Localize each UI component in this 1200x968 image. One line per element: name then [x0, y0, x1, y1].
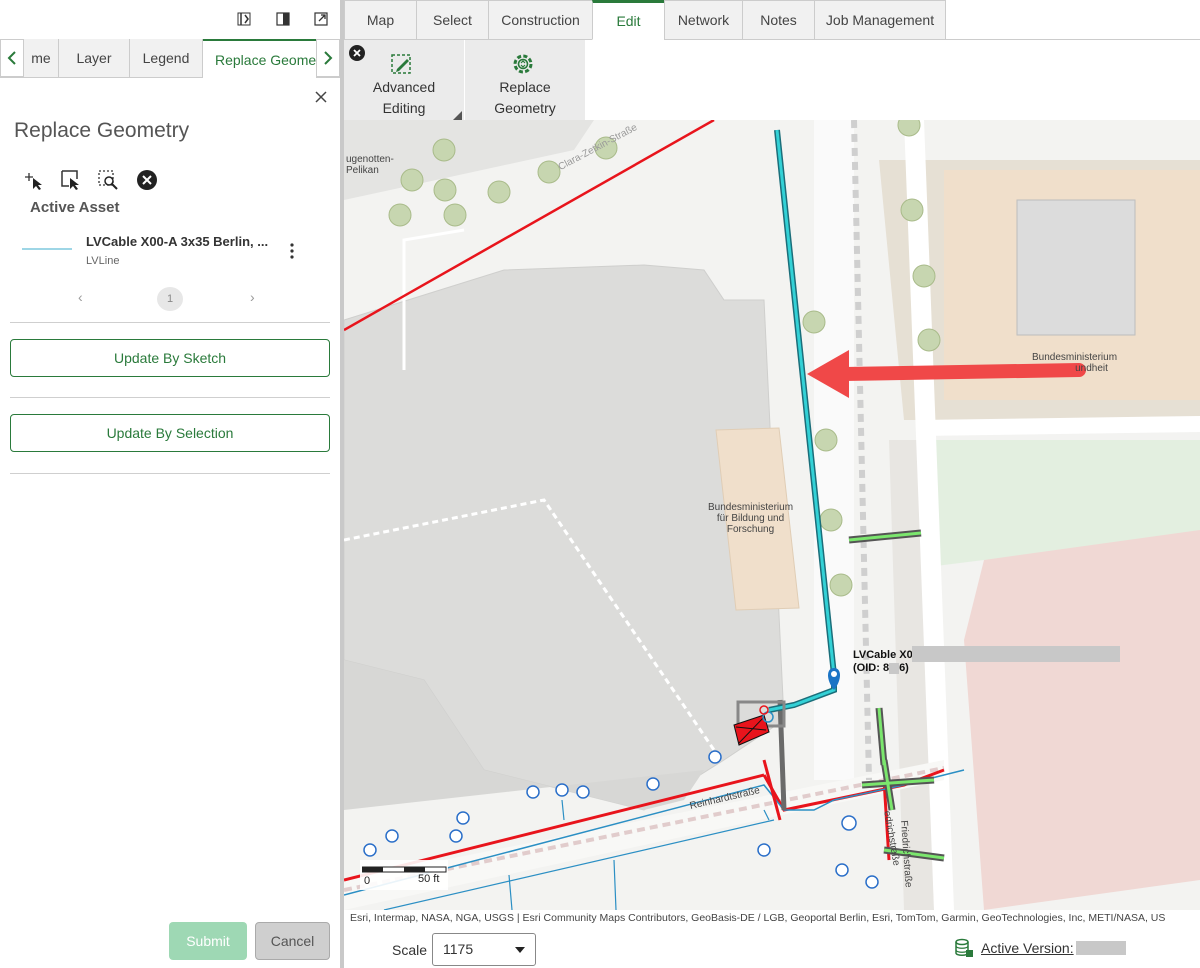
active-version-link[interactable]: Active Version: [981, 940, 1074, 956]
database-version-icon [954, 938, 974, 958]
tab-construction[interactable]: Construction [488, 0, 593, 40]
clear-selection-icon[interactable] [135, 168, 159, 192]
update-by-sketch-button[interactable]: Update By Sketch [10, 339, 330, 377]
status-bar: Scale 1175 Active Version: [344, 926, 1200, 968]
map-label-line: Bundesministerium [708, 502, 794, 513]
cancel-button[interactable]: Cancel [255, 922, 330, 960]
map-label-hugenotten: ugenotten- Pelikan [346, 154, 394, 176]
tab-notes[interactable]: Notes [742, 0, 815, 40]
pager-next-button[interactable]: › [250, 289, 255, 305]
divider [10, 322, 330, 323]
asset-type: LVLine [86, 255, 120, 267]
close-icon[interactable] [312, 88, 330, 106]
tab-legend[interactable]: Legend [130, 39, 203, 77]
replace-geometry-label-1: Replace [499, 79, 551, 95]
divider [10, 397, 330, 398]
select-by-rectangle-icon[interactable] [59, 168, 83, 192]
map-label-line: Forschung [726, 524, 775, 535]
update-by-selection-button[interactable]: Update By Selection [10, 414, 330, 452]
line-symbol-swatch [22, 248, 72, 250]
dock-panel-icon[interactable] [272, 8, 294, 30]
map-label-line: für Bildung und [716, 513, 785, 524]
feature-label-line: (OID: 8 6) [853, 662, 913, 675]
asset-list-item[interactable]: LVCable X00-A 3x35 Berlin, ... LVLine [22, 232, 332, 272]
redacted-version [1076, 941, 1126, 955]
pager-current-page[interactable]: 1 [157, 287, 183, 311]
tabs-scroll-right-icon[interactable] [316, 39, 340, 77]
collapse-panel-icon[interactable] [233, 8, 255, 30]
panel-toolbar [0, 0, 340, 38]
tab-job-management[interactable]: Job Management [814, 0, 946, 40]
replace-geometry-button[interactable]: Replace Geometry [465, 40, 585, 120]
panel-title: Replace Geometry [14, 119, 190, 142]
feature-label-oid: (OID: 8 [853, 662, 890, 674]
feature-label-oid-tail: 6) [899, 662, 909, 674]
submit-button[interactable]: Submit [169, 922, 247, 960]
close-tool-icon[interactable] [349, 45, 365, 66]
map-label-bmbf: Bundesministerium für Bildung und Forsch… [708, 502, 793, 535]
left-panel: me Layer Legend Replace Geomet Replace G… [0, 0, 342, 968]
tab-select[interactable]: Select [416, 0, 489, 40]
map-view[interactable]: ugenotten- Pelikan Clara-Zetkin-Straße B… [344, 120, 1200, 910]
divider [10, 473, 330, 474]
scale-value: 1175 [443, 941, 474, 957]
pager-prev-button[interactable]: ‹ [78, 289, 83, 305]
map-label-bmg: Bundesministerium undheit [1032, 352, 1117, 374]
scale-label: Scale [392, 942, 428, 958]
point-select-icon[interactable] [22, 168, 46, 192]
advanced-editing-label-2: Editing [382, 100, 426, 116]
scale-select[interactable]: 1175 [432, 933, 536, 966]
tabs-scroll-left-icon[interactable] [0, 39, 24, 77]
chevron-down-icon [515, 947, 525, 953]
tab-replace-geometry[interactable]: Replace Geomet [203, 39, 317, 78]
map-label-line: Bundesministerium [1032, 352, 1118, 363]
panel-tabs: me Layer Legend Replace Geomet [0, 39, 340, 78]
tab-home[interactable]: me [24, 39, 59, 77]
redacted [889, 662, 900, 674]
tab-edit[interactable]: Edit [592, 0, 665, 40]
ribbon-tabs: Map Select Construction Edit Network Not… [344, 0, 1200, 40]
replace-geometry-label-2: Geometry [494, 100, 556, 116]
scale-bar: 0 50 ft [360, 860, 448, 890]
feature-label-line: LVCable X0 [853, 649, 913, 661]
asset-name: LVCable X00-A 3x35 Berlin, ... [86, 234, 269, 249]
redacted-label-text [912, 646, 1120, 662]
more-options-icon[interactable] [284, 240, 300, 262]
tab-layer[interactable]: Layer [59, 39, 130, 77]
advanced-editing-button[interactable]: Advanced Editing [344, 40, 464, 121]
advanced-editing-label-1: Advanced [372, 79, 436, 95]
active-asset-heading: Active Asset [30, 199, 120, 216]
zoom-to-selection-icon[interactable] [96, 168, 120, 192]
ribbon-body: Advanced Editing Replace Geometry [344, 40, 1200, 121]
tab-map[interactable]: Map [344, 0, 417, 40]
asset-pager: ‹ 1 › [0, 287, 340, 311]
map-label-line: ugenotten- [346, 154, 394, 165]
popout-icon[interactable] [310, 8, 332, 30]
tab-network[interactable]: Network [664, 0, 743, 40]
scale-bar-end: 50 ft [418, 873, 440, 885]
map-attribution: Esri, Intermap, NASA, NGA, USGS | Esri C… [344, 910, 1200, 926]
scale-bar-zero: 0 [364, 875, 371, 887]
selected-feature-label: LVCable X0 (OID: 8 6) [853, 649, 913, 675]
map-label-line: undheit [1075, 363, 1108, 374]
map-label-line: Pelikan [346, 165, 379, 176]
